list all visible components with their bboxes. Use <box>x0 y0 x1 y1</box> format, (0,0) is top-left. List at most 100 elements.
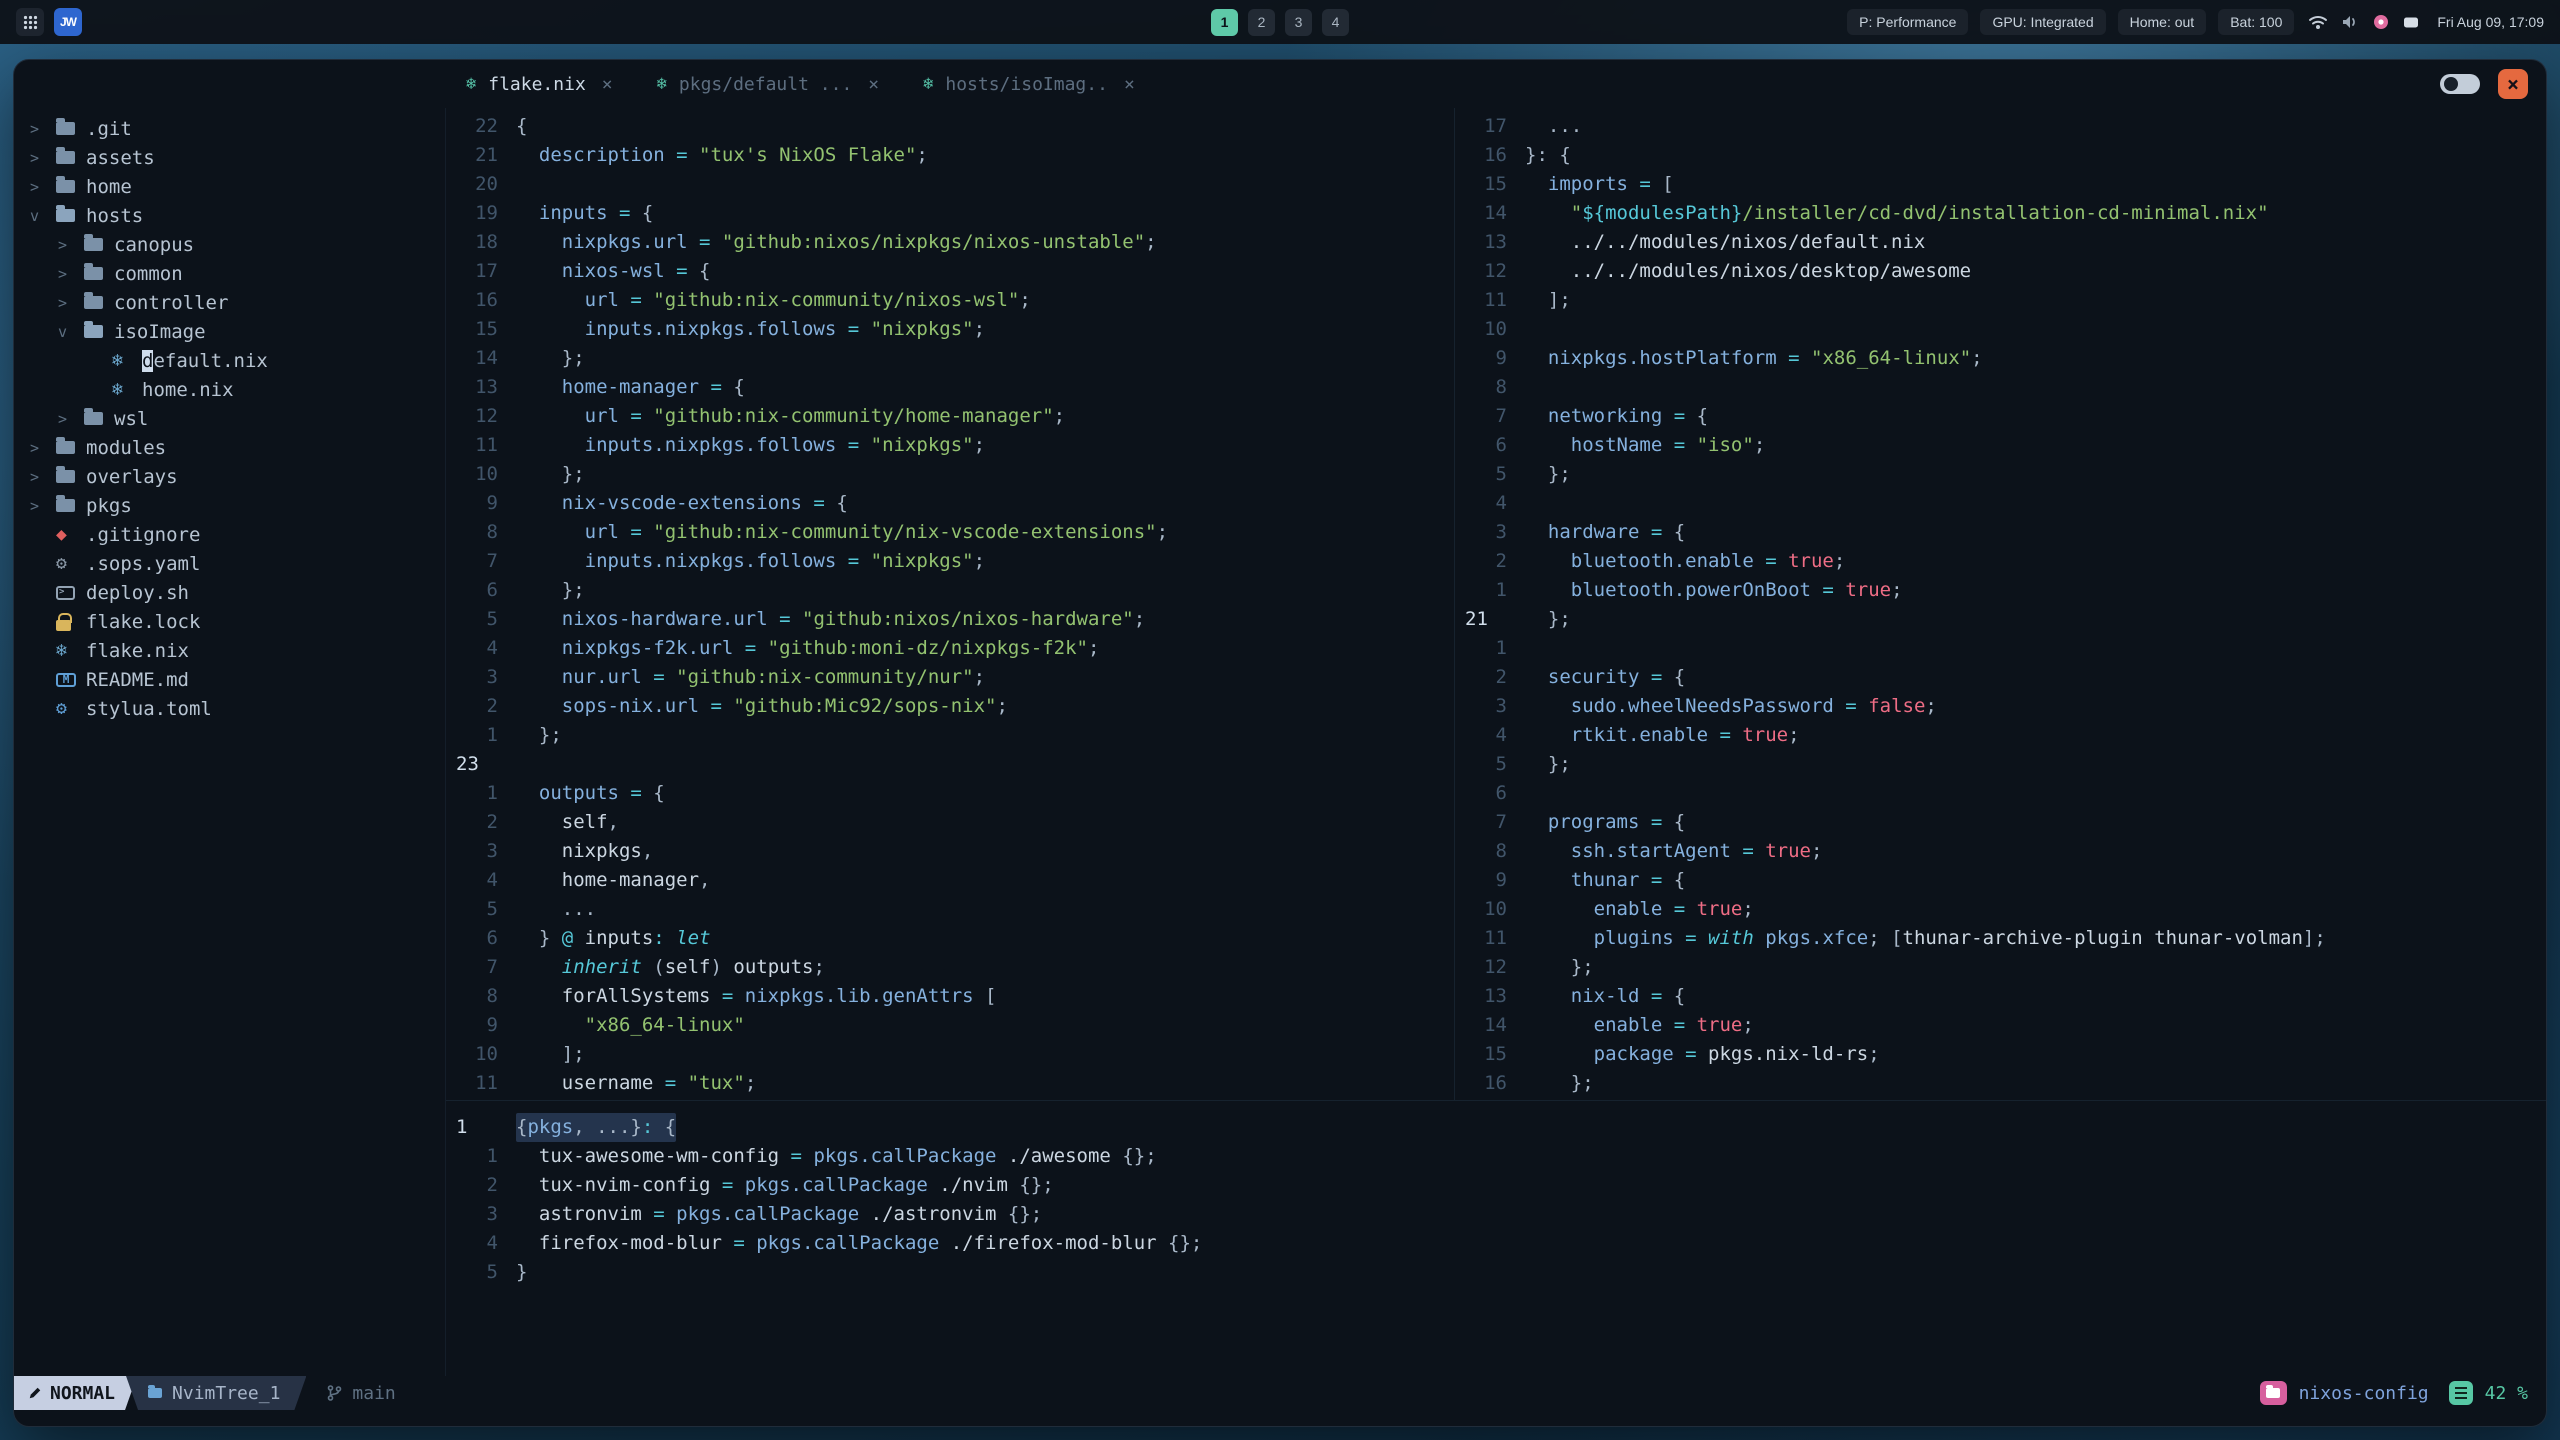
code-line[interactable]: 1 <box>1455 634 2546 663</box>
tree-item-flake-lock[interactable]: flake.lock <box>14 607 445 636</box>
tab-hosts-isoimag[interactable]: ❄ hosts/isoImag.. × <box>903 60 1155 108</box>
editor-pane-pkgs-default-nix[interactable]: 1 {pkgs, ...}: {1 tux-awesome-wm-config =… <box>446 1100 2546 1376</box>
code-line[interactable]: 10 <box>1455 315 2546 344</box>
code-line[interactable]: 21 }; <box>1455 605 2546 634</box>
tree-item-controller[interactable]: > controller <box>14 288 445 317</box>
tree-item-canopus[interactable]: > canopus <box>14 230 445 259</box>
code-line[interactable]: 5 }; <box>1455 460 2546 489</box>
editor-pane-flake-nix[interactable]: 22{21 description = "tux's NixOS Flake";… <box>446 108 1454 1100</box>
code-line[interactable]: 13 nix-ld = { <box>1455 982 2546 1011</box>
code-line[interactable]: 6 } @ inputs: let <box>446 924 1454 953</box>
tree-item-assets[interactable]: > assets <box>14 143 445 172</box>
tray-toggle-icon[interactable] <box>2403 16 2419 29</box>
tree-item-home-nix[interactable]: ❄ home.nix <box>14 375 445 404</box>
tab-close-icon[interactable]: × <box>1124 74 1135 95</box>
code-line[interactable]: 23 <box>446 750 1454 779</box>
code-line[interactable]: 4 <box>1455 489 2546 518</box>
code-line[interactable]: 22 { <box>446 112 1454 141</box>
workspace-button-4[interactable]: 4 <box>1322 8 1349 36</box>
code-line[interactable]: 8 <box>1455 373 2546 402</box>
code-line[interactable]: 11 inputs.nixpkgs.follows = "nixpkgs"; <box>446 431 1454 460</box>
record-icon[interactable] <box>2373 14 2389 30</box>
code-line[interactable]: 9 thunar = { <box>1455 866 2546 895</box>
workspace-button-2[interactable]: 2 <box>1248 8 1275 36</box>
workspace-button-1[interactable]: 1 <box>1211 8 1238 36</box>
code-line[interactable]: 2 security = { <box>1455 663 2546 692</box>
tree-item-overlays[interactable]: > overlays <box>14 462 445 491</box>
tree-item-home[interactable]: > home <box>14 172 445 201</box>
code-line[interactable]: 3 nixpkgs, <box>446 837 1454 866</box>
code-line[interactable]: 20 <box>446 170 1454 199</box>
code-line[interactable]: 1 }; <box>446 721 1454 750</box>
code-line[interactable]: 17 ... <box>1455 112 2546 141</box>
code-line[interactable]: 2 bluetooth.enable = true; <box>1455 547 2546 576</box>
code-line[interactable]: 12 ../../modules/nixos/desktop/awesome <box>1455 257 2546 286</box>
code-line[interactable]: 7 inherit (self) outputs; <box>446 953 1454 982</box>
code-line[interactable]: 11 ]; <box>1455 286 2546 315</box>
tab-flake-nix[interactable]: ❄ flake.nix × <box>446 60 633 108</box>
code-line[interactable]: 10 ]; <box>446 1040 1454 1069</box>
tree-item-pkgs[interactable]: > pkgs <box>14 491 445 520</box>
code-line[interactable]: 4 rtkit.enable = true; <box>1455 721 2546 750</box>
code-line[interactable]: 14 }; <box>446 344 1454 373</box>
code-line[interactable]: 16}: { <box>1455 141 2546 170</box>
code-line[interactable]: 10 enable = true; <box>1455 895 2546 924</box>
code-line[interactable]: 3 sudo.wheelNeedsPassword = false; <box>1455 692 2546 721</box>
code-line[interactable]: 1 tux-awesome-wm-config = pkgs.callPacka… <box>446 1142 2546 1171</box>
nvimtree-panel[interactable]: > .git > assets > home v hosts > canopus > common > c… <box>14 108 446 1376</box>
code-line[interactable]: 4 firefox-mod-blur = pkgs.callPackage ./… <box>446 1229 2546 1258</box>
code-line[interactable]: 1 {pkgs, ...}: { <box>446 1113 2546 1142</box>
code-line[interactable]: 7 networking = { <box>1455 402 2546 431</box>
code-line[interactable]: 6 <box>1455 779 2546 808</box>
app-launcher-button[interactable] <box>16 8 44 36</box>
code-line[interactable]: 1 outputs = { <box>446 779 1454 808</box>
tab-pkgs-default[interactable]: ❄ pkgs/default ... × <box>637 60 899 108</box>
code-line[interactable]: 14 enable = true; <box>1455 1011 2546 1040</box>
code-line[interactable]: 19 inputs = { <box>446 199 1454 228</box>
tree-item-wsl[interactable]: > wsl <box>14 404 445 433</box>
code-line[interactable]: 4 nixpkgs-f2k.url = "github:moni-dz/nixp… <box>446 634 1454 663</box>
code-line[interactable]: 5 }; <box>1455 750 2546 779</box>
code-line[interactable]: 11 username = "tux"; <box>446 1069 1454 1098</box>
tab-close-icon[interactable]: × <box>602 74 613 95</box>
code-line[interactable]: 6 hostName = "iso"; <box>1455 431 2546 460</box>
tree-item-git[interactable]: > .git <box>14 114 445 143</box>
code-line[interactable]: 5 ... <box>446 895 1454 924</box>
tree-item-modules[interactable]: > modules <box>14 433 445 462</box>
code-line[interactable]: 15 imports = [ <box>1455 170 2546 199</box>
tree-item-deploy-sh[interactable]: deploy.sh <box>14 578 445 607</box>
volume-icon[interactable] <box>2342 14 2359 30</box>
code-line[interactable]: 16 }; <box>1455 1069 2546 1098</box>
code-line[interactable]: 8 ssh.startAgent = true; <box>1455 837 2546 866</box>
code-line[interactable]: 13 ../../modules/nixos/default.nix <box>1455 228 2546 257</box>
code-line[interactable]: 2 tux-nvim-config = pkgs.callPackage ./n… <box>446 1171 2546 1200</box>
code-line[interactable]: 5 nixos-hardware.url = "github:nixos/nix… <box>446 605 1454 634</box>
code-line[interactable]: 17 nixos-wsl = { <box>446 257 1454 286</box>
code-line[interactable]: 15 package = pkgs.nix-ld-rs; <box>1455 1040 2546 1069</box>
code-line[interactable]: 6 }; <box>446 576 1454 605</box>
tree-item-common[interactable]: > common <box>14 259 445 288</box>
code-line[interactable]: 2 sops-nix.url = "github:Mic92/sops-nix"… <box>446 692 1454 721</box>
workspace-button-3[interactable]: 3 <box>1285 8 1312 36</box>
code-line[interactable]: 7 programs = { <box>1455 808 2546 837</box>
code-line[interactable]: 7 inputs.nixpkgs.follows = "nixpkgs"; <box>446 547 1454 576</box>
code-line[interactable]: 9 nixpkgs.hostPlatform = "x86_64-linux"; <box>1455 344 2546 373</box>
awesome-logo-icon[interactable]: JW <box>54 8 82 36</box>
code-line[interactable]: 4 home-manager, <box>446 866 1454 895</box>
window-close-button[interactable]: × <box>2498 69 2528 99</box>
code-line[interactable]: 5} <box>446 1258 2546 1287</box>
tree-item-gitignore[interactable]: ◆ .gitignore <box>14 520 445 549</box>
wifi-icon[interactable] <box>2308 14 2328 30</box>
code-line[interactable]: 9 nix-vscode-extensions = { <box>446 489 1454 518</box>
code-line[interactable]: 8 url = "github:nix-community/nix-vscode… <box>446 518 1454 547</box>
code-line[interactable]: 13 home-manager = { <box>446 373 1454 402</box>
code-line[interactable]: 16 url = "github:nix-community/nixos-wsl… <box>446 286 1454 315</box>
code-line[interactable]: 18 nixpkgs.url = "github:nixos/nixpkgs/n… <box>446 228 1454 257</box>
code-line[interactable]: 12 url = "github:nix-community/home-mana… <box>446 402 1454 431</box>
editor-pane-iso-default-nix[interactable]: 17 ... 16}: {15 imports = [14 "${modulesP… <box>1454 108 2546 1100</box>
code-line[interactable]: 3 astronvim = pkgs.callPackage ./astronv… <box>446 1200 2546 1229</box>
code-line[interactable]: 3 nur.url = "github:nix-community/nur"; <box>446 663 1454 692</box>
tree-item-readme-md[interactable]: M README.md <box>14 665 445 694</box>
code-line[interactable]: 3 hardware = { <box>1455 518 2546 547</box>
toggle-switch[interactable] <box>2440 74 2480 94</box>
